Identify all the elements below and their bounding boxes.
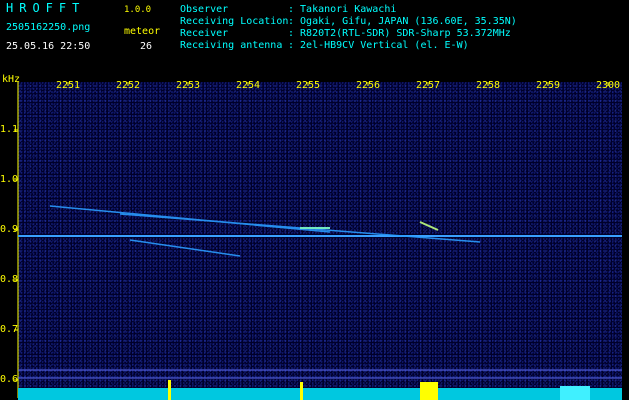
signal-band (560, 386, 590, 400)
x-axis-ticks (67, 82, 609, 86)
signal-spike (300, 382, 303, 400)
signal-level-bar (18, 388, 622, 400)
y-axis-ticks (14, 82, 19, 398)
meteor-echoes (49, 205, 481, 257)
signal-peak (420, 382, 438, 400)
spectrogram-overlay (14, 82, 622, 400)
hrofft-window: HROFFT 1.0.0 2505162250.png 25.05.16 22:… (0, 0, 629, 400)
signal-spike (168, 380, 171, 400)
